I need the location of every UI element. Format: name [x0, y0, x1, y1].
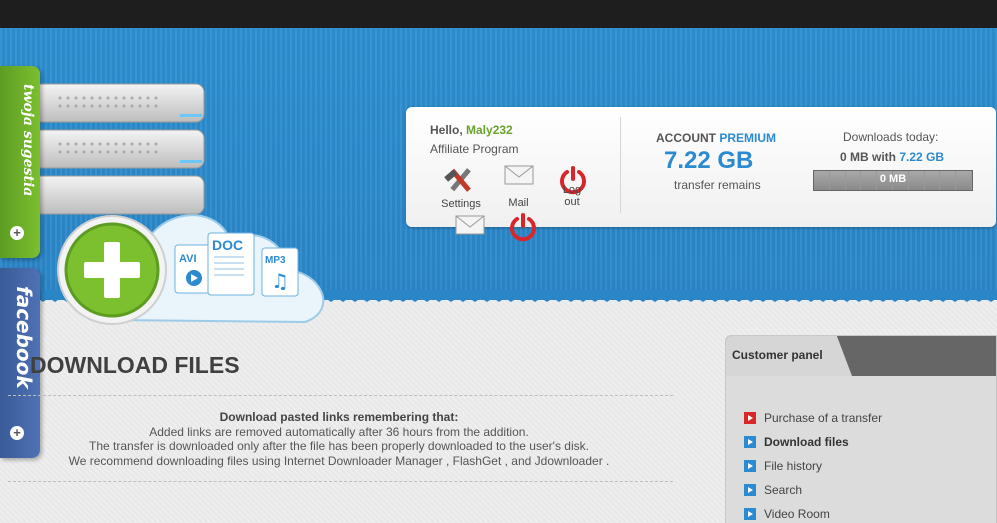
account-type: ACCOUNT PREMIUM [656, 131, 776, 145]
arrow-bullet-icon [744, 436, 756, 448]
doc-file-label: DOC [212, 237, 243, 253]
transfer-remains-label: transfer remains [674, 178, 761, 192]
notice-line: We recommend downloading files using Int… [68, 453, 610, 468]
arrow-bullet-icon [744, 460, 756, 472]
logout-button[interactable]: Log out [554, 165, 592, 208]
menu-item-label: Video Room [764, 507, 830, 521]
menu-item-download-files[interactable]: Download files [744, 430, 882, 454]
menu-item-label: Search [764, 483, 803, 497]
panel-divider [620, 117, 621, 213]
facebook-plus-icon: + [10, 426, 24, 440]
greeting: Hello, Maly232 [430, 123, 513, 137]
customer-panel-tab[interactable]: Customer panel [726, 336, 852, 376]
notice-divider [8, 481, 673, 482]
settings-label: Settings [441, 198, 481, 210]
suggestion-tab-label: twoja sugestia [20, 84, 36, 197]
menu-item-purchase-transfer[interactable]: Purchase of a transfer [744, 406, 882, 430]
account-type-badge: PREMIUM [719, 131, 777, 145]
settings-button[interactable]: Settings [436, 165, 486, 210]
downloads-today-label: Downloads today: [843, 130, 939, 144]
mail-button[interactable]: Mail [496, 164, 541, 209]
account-prefix: ACCOUNT [656, 131, 716, 145]
customer-menu: Purchase of a transfer Download files Fi… [744, 406, 882, 523]
suggestion-side-tab[interactable]: twoja sugestia + [0, 66, 40, 258]
download-notice: Download pasted links remembering that: … [40, 410, 638, 468]
downloads-progress-bar: 0 MB [813, 170, 973, 191]
downloads-limit: 7.22 GB [899, 150, 945, 164]
mail-label: Mail [508, 197, 529, 209]
title-divider [8, 395, 673, 396]
mp3-file-label: MP3 [265, 255, 286, 266]
cloud-upload-illustration: AVI DOC MP3 ♫ [57, 214, 325, 325]
menu-item-search[interactable]: Search [744, 478, 882, 502]
mail-envelope-icon-duplicate[interactable] [455, 214, 485, 236]
settings-tools-icon [444, 168, 471, 192]
account-panel: Hello, Maly232 Affiliate Program Setting… [406, 107, 996, 227]
avi-file-label: AVI [179, 253, 197, 265]
menu-item-label: Download files [764, 435, 849, 449]
suggestion-plus-icon: + [10, 226, 24, 240]
affiliate-program-link[interactable]: Affiliate Program [430, 142, 518, 156]
svg-text:♫: ♫ [271, 269, 289, 293]
mail-envelope-icon [504, 165, 533, 185]
greeting-text: Hello, [430, 123, 463, 137]
notice-line: Added links are removed automatically af… [149, 424, 529, 439]
arrow-bullet-icon [744, 508, 756, 520]
arrow-bullet-icon [744, 412, 756, 424]
progress-text: 0 MB [879, 173, 907, 185]
username-link[interactable]: Maly232 [466, 123, 513, 137]
customer-panel: Customer panel Purchase of a transfer Do… [725, 335, 997, 523]
menu-item-label: Purchase of a transfer [764, 411, 883, 425]
notice-heading: Download pasted links remembering that: [219, 410, 459, 424]
menu-item-video-room[interactable]: Video Room [744, 502, 882, 523]
power-logout-icon-duplicate[interactable] [508, 212, 538, 242]
page-title: DOWNLOAD FILES [30, 352, 240, 378]
customer-panel-title: Customer panel [732, 348, 823, 362]
notice-line: The transfer is downloaded only after th… [89, 439, 589, 453]
menu-item-label: File history [764, 459, 823, 473]
downloads-today-value: 0 MB with 7.22 GB [840, 150, 944, 164]
menu-item-file-history[interactable]: File history [744, 454, 882, 478]
arrow-bullet-icon [744, 484, 756, 496]
transfer-amount: 7.22 GB [664, 147, 754, 174]
downloads-used: 0 MB with [840, 150, 896, 164]
